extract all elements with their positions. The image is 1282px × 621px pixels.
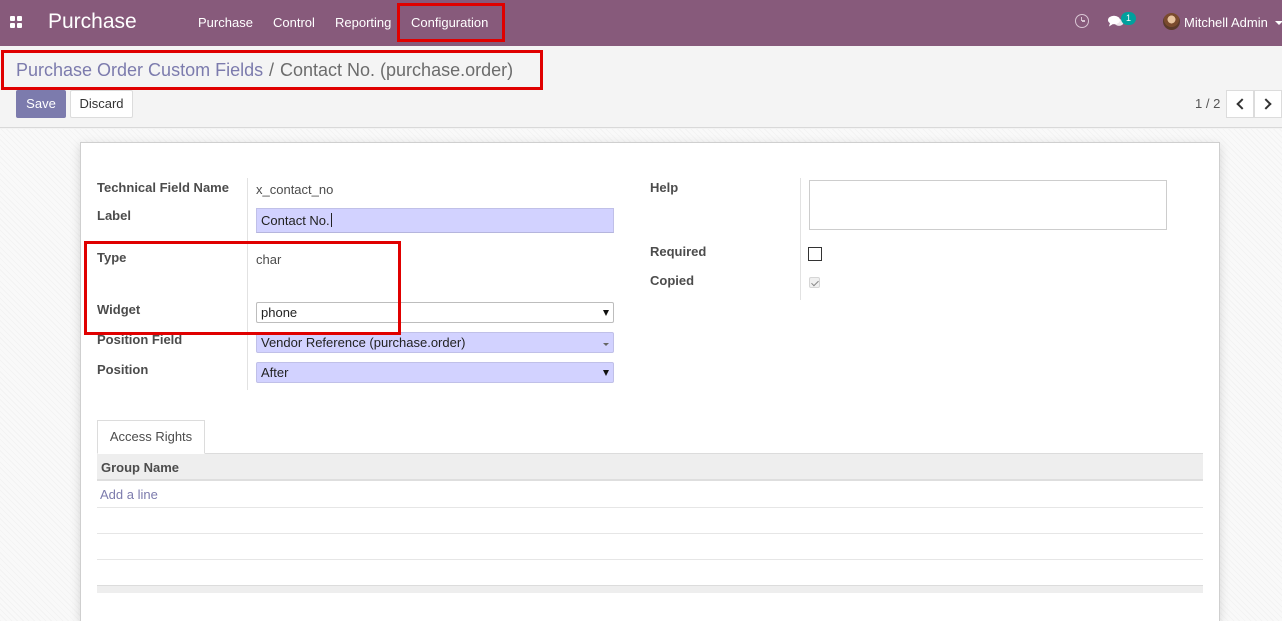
position-label: Position bbox=[97, 362, 149, 377]
menu-purchase[interactable]: Purchase bbox=[198, 15, 253, 30]
label-input[interactable]: Contact No. bbox=[256, 208, 614, 233]
label-input-value: Contact No. bbox=[261, 213, 330, 228]
position-field-select-value: Vendor Reference (purchase.order) bbox=[261, 335, 466, 350]
save-button[interactable]: Save bbox=[16, 90, 66, 118]
menu-control[interactable]: Control bbox=[273, 15, 315, 30]
clock-icon[interactable] bbox=[1075, 14, 1089, 28]
user-avatar[interactable] bbox=[1163, 13, 1180, 30]
label-field-label: Label bbox=[97, 208, 131, 223]
message-count-badge: 1 bbox=[1121, 12, 1136, 25]
user-name[interactable]: Mitchell Admin bbox=[1184, 15, 1268, 30]
table-row-divider bbox=[97, 559, 1203, 560]
technical-field-name-value: x_contact_no bbox=[256, 182, 334, 197]
discard-button[interactable]: Discard bbox=[70, 90, 133, 118]
menu-reporting[interactable]: Reporting bbox=[335, 15, 391, 30]
app-title[interactable]: Purchase bbox=[48, 10, 137, 34]
apps-grid-icon[interactable] bbox=[10, 16, 23, 28]
top-navbar: Purchase Purchase Control Reporting Conf… bbox=[0, 0, 1282, 46]
help-textarea[interactable] bbox=[809, 180, 1167, 230]
access-rights-table-header: Group Name bbox=[97, 454, 1203, 481]
pager-previous-button[interactable] bbox=[1226, 90, 1254, 118]
annotation-highlight-type-widget bbox=[84, 241, 401, 335]
position-select-value: After bbox=[261, 365, 289, 380]
annotation-highlight-configuration bbox=[397, 3, 505, 42]
group-name-column-header[interactable]: Group Name bbox=[101, 460, 179, 475]
position-field-select[interactable]: Vendor Reference (purchase.order) bbox=[256, 332, 614, 353]
caret-down-icon[interactable] bbox=[1275, 21, 1282, 25]
technical-field-name-label: Technical Field Name bbox=[97, 180, 229, 195]
dropdown-arrow-icon bbox=[603, 370, 609, 376]
annotation-highlight-breadcrumb bbox=[1, 50, 543, 90]
tab-access-rights[interactable]: Access Rights bbox=[97, 420, 205, 454]
required-label: Required bbox=[650, 244, 707, 259]
access-rights-table-footer bbox=[97, 585, 1203, 593]
pager-next-button[interactable] bbox=[1254, 90, 1282, 118]
chevron-left-icon bbox=[1236, 98, 1248, 110]
table-row-divider bbox=[97, 533, 1203, 534]
table-row-divider bbox=[97, 507, 1203, 508]
add-a-line-link[interactable]: Add a line bbox=[100, 487, 158, 502]
group-divider-right bbox=[800, 178, 801, 300]
copied-label: Copied bbox=[650, 273, 695, 288]
position-select[interactable]: After bbox=[256, 362, 614, 383]
caret-down-icon bbox=[603, 343, 609, 346]
required-checkbox[interactable] bbox=[808, 247, 822, 261]
dropdown-arrow-icon bbox=[603, 310, 609, 316]
help-label: Help bbox=[650, 180, 679, 195]
pager-value: 1 / 2 bbox=[1195, 96, 1221, 111]
chevron-right-icon bbox=[1260, 98, 1272, 110]
copied-checkbox bbox=[809, 277, 820, 288]
